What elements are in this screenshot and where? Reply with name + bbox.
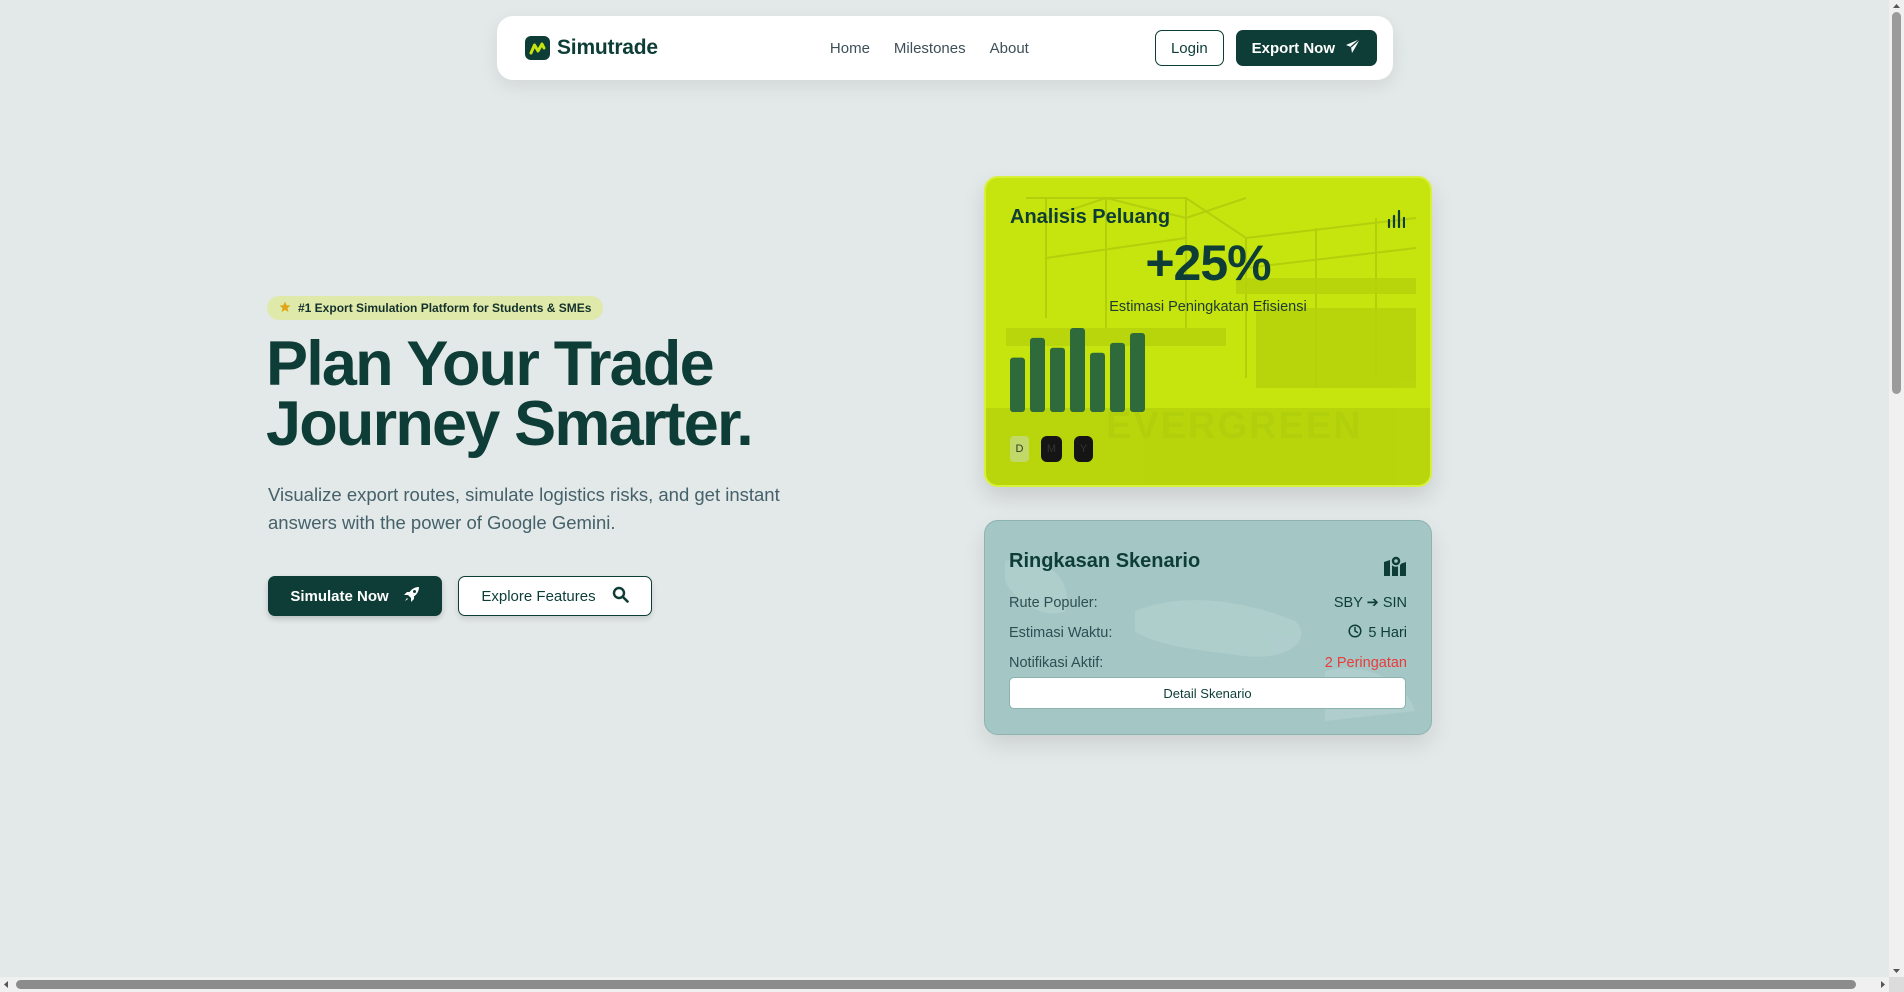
scrollbar-corner [1889,977,1904,992]
notifications-value: 2 Peringatan [1324,655,1407,671]
detail-scenario-button[interactable]: Detail Skenario [1009,677,1406,709]
hero-title-line-2: Journey Smarter. [266,389,754,459]
efficiency-bar [1090,352,1105,412]
nav-actions: Login Export Now [1154,30,1377,66]
export-now-button[interactable]: Export Now [1235,30,1377,66]
explore-features-button[interactable]: Explore Features [458,576,652,616]
brand-name: Simutrade [557,36,658,59]
scenario-row-route: Rute Populer: SBY ➔ SIN [1009,593,1407,613]
efficiency-bar [1010,357,1025,412]
period-tabs: D M Y [1010,436,1093,462]
scenario-row-time: Estimasi Waktu: 5 Hari [1009,623,1407,643]
search-icon [612,586,629,607]
hero-title: Plan Your Trade Journey Smarter. [266,329,906,459]
nav-links: Home Milestones About [830,40,1029,57]
brand[interactable]: Simutrade [525,36,658,60]
scroll-up-arrow-icon[interactable] [1889,0,1904,12]
time-value-group: 5 Hari [1348,624,1407,642]
route-value: SBY ➔ SIN [1333,595,1407,611]
horizontal-scrollbar[interactable] [0,977,1889,992]
map-pin-icon [1383,555,1407,582]
scroll-left-arrow-icon[interactable] [0,977,12,992]
analysis-caption: Estimasi Peningkatan Efisiensi [1109,299,1307,315]
simulate-now-button[interactable]: Simulate Now [268,576,442,616]
time-label: Estimasi Waktu: [1009,625,1113,641]
scenario-card: Ringkasan Skenario Rute Populer: SBY ➔ S… [984,520,1432,735]
hero-title-line-1: Plan Your Trade [266,329,715,399]
notifications-label: Notifikasi Aktif: [1009,655,1104,671]
efficiency-bar [1070,328,1085,412]
clock-icon [1348,624,1362,642]
efficiency-bar [1030,337,1045,412]
time-value: 5 Hari [1368,625,1407,641]
efficiency-bar-chart [1010,328,1145,412]
period-tab-month[interactable]: M [1041,436,1062,462]
efficiency-bar [1130,332,1145,412]
vertical-scrollbar[interactable] [1889,0,1904,977]
period-tab-year[interactable]: Y [1074,436,1093,462]
simulate-now-label: Simulate Now [290,587,389,605]
scenario-row-notifications: Notifikasi Aktif: 2 Peringatan [1009,653,1407,673]
hero-badge-text: #1 Export Simulation Platform for Studen… [298,301,592,315]
period-tab-day[interactable]: D [1010,436,1029,462]
brand-logo-icon [525,36,550,60]
hero-badge: #1 Export Simulation Platform for Studen… [267,296,604,320]
efficiency-bar [1110,342,1125,412]
login-button[interactable]: Login [1154,30,1224,66]
vertical-scroll-thumb[interactable] [1892,12,1901,394]
nav-link-home[interactable]: Home [830,40,870,57]
analysis-card: EVERGREEN Analisis Peluang +25% Estimasi… [984,176,1432,487]
star-icon [279,301,291,316]
hero-subtitle: Visualize export routes, simulate logist… [268,484,780,533]
horizontal-scroll-thumb[interactable] [16,980,1856,989]
efficiency-bar [1050,347,1065,412]
nav-link-milestones[interactable]: Milestones [894,40,966,57]
navbar: Simutrade Home Milestones About Login Ex… [497,16,1393,80]
nav-link-about[interactable]: About [990,40,1029,57]
export-now-label: Export Now [1251,39,1335,57]
bar-chart-icon [1387,209,1406,233]
route-label: Rute Populer: [1009,595,1098,611]
analysis-value: +25% [1145,235,1271,291]
rocket-icon [403,586,420,607]
paper-plane-icon [1345,38,1361,58]
scroll-right-arrow-icon[interactable] [1877,977,1889,992]
analysis-title: Analisis Peluang [1010,206,1171,228]
explore-features-label: Explore Features [481,587,596,605]
scroll-down-arrow-icon[interactable] [1889,965,1904,977]
scenario-title: Ringkasan Skenario [1009,550,1201,572]
